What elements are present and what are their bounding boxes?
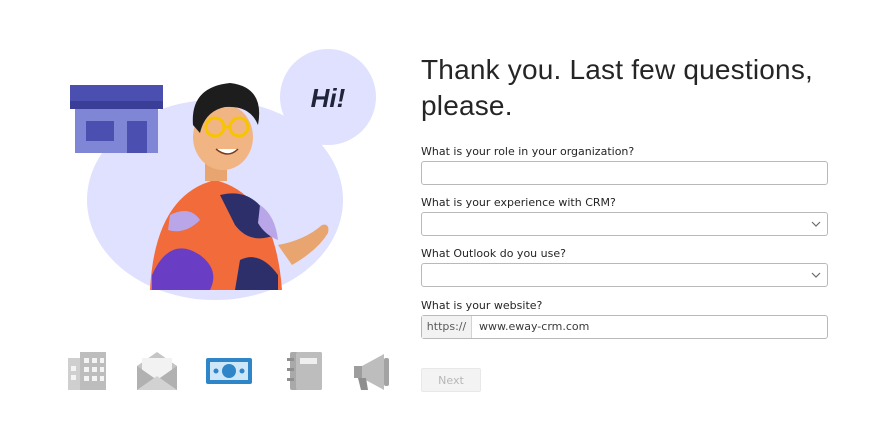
envelope-icon bbox=[134, 348, 180, 394]
next-button[interactable]: Next bbox=[421, 368, 481, 392]
megaphone-icon bbox=[348, 348, 394, 394]
chevron-down-icon bbox=[811, 221, 821, 227]
crm-experience-select[interactable] bbox=[421, 212, 828, 236]
progress-steps bbox=[62, 348, 392, 394]
speech-bubble: Hi! bbox=[270, 49, 376, 145]
building-icon bbox=[64, 348, 110, 394]
money-icon bbox=[204, 348, 252, 394]
role-label: What is your role in your organization? bbox=[421, 145, 635, 158]
website-input[interactable]: https:// www.eway-crm.com bbox=[421, 315, 828, 339]
questionnaire-form: Thank you. Last few questions, please. W… bbox=[421, 52, 831, 392]
welcome-illustration: Hi! bbox=[60, 45, 400, 305]
role-input[interactable] bbox=[421, 161, 828, 185]
shop-icon bbox=[70, 85, 163, 153]
website-label: What is your website? bbox=[421, 299, 543, 312]
outlook-label: What Outlook do you use? bbox=[421, 247, 566, 260]
speech-bubble-text: Hi! bbox=[311, 83, 346, 113]
outlook-select[interactable] bbox=[421, 263, 828, 287]
page-title: Thank you. Last few questions, please. bbox=[421, 54, 813, 121]
url-prefix: https:// bbox=[422, 316, 472, 338]
website-value: www.eway-crm.com bbox=[479, 320, 590, 333]
chevron-down-icon bbox=[811, 272, 821, 278]
notebook-icon bbox=[284, 348, 330, 394]
crm-experience-label: What is your experience with CRM? bbox=[421, 196, 616, 209]
person-waving-illustration: Hi! bbox=[70, 49, 376, 300]
